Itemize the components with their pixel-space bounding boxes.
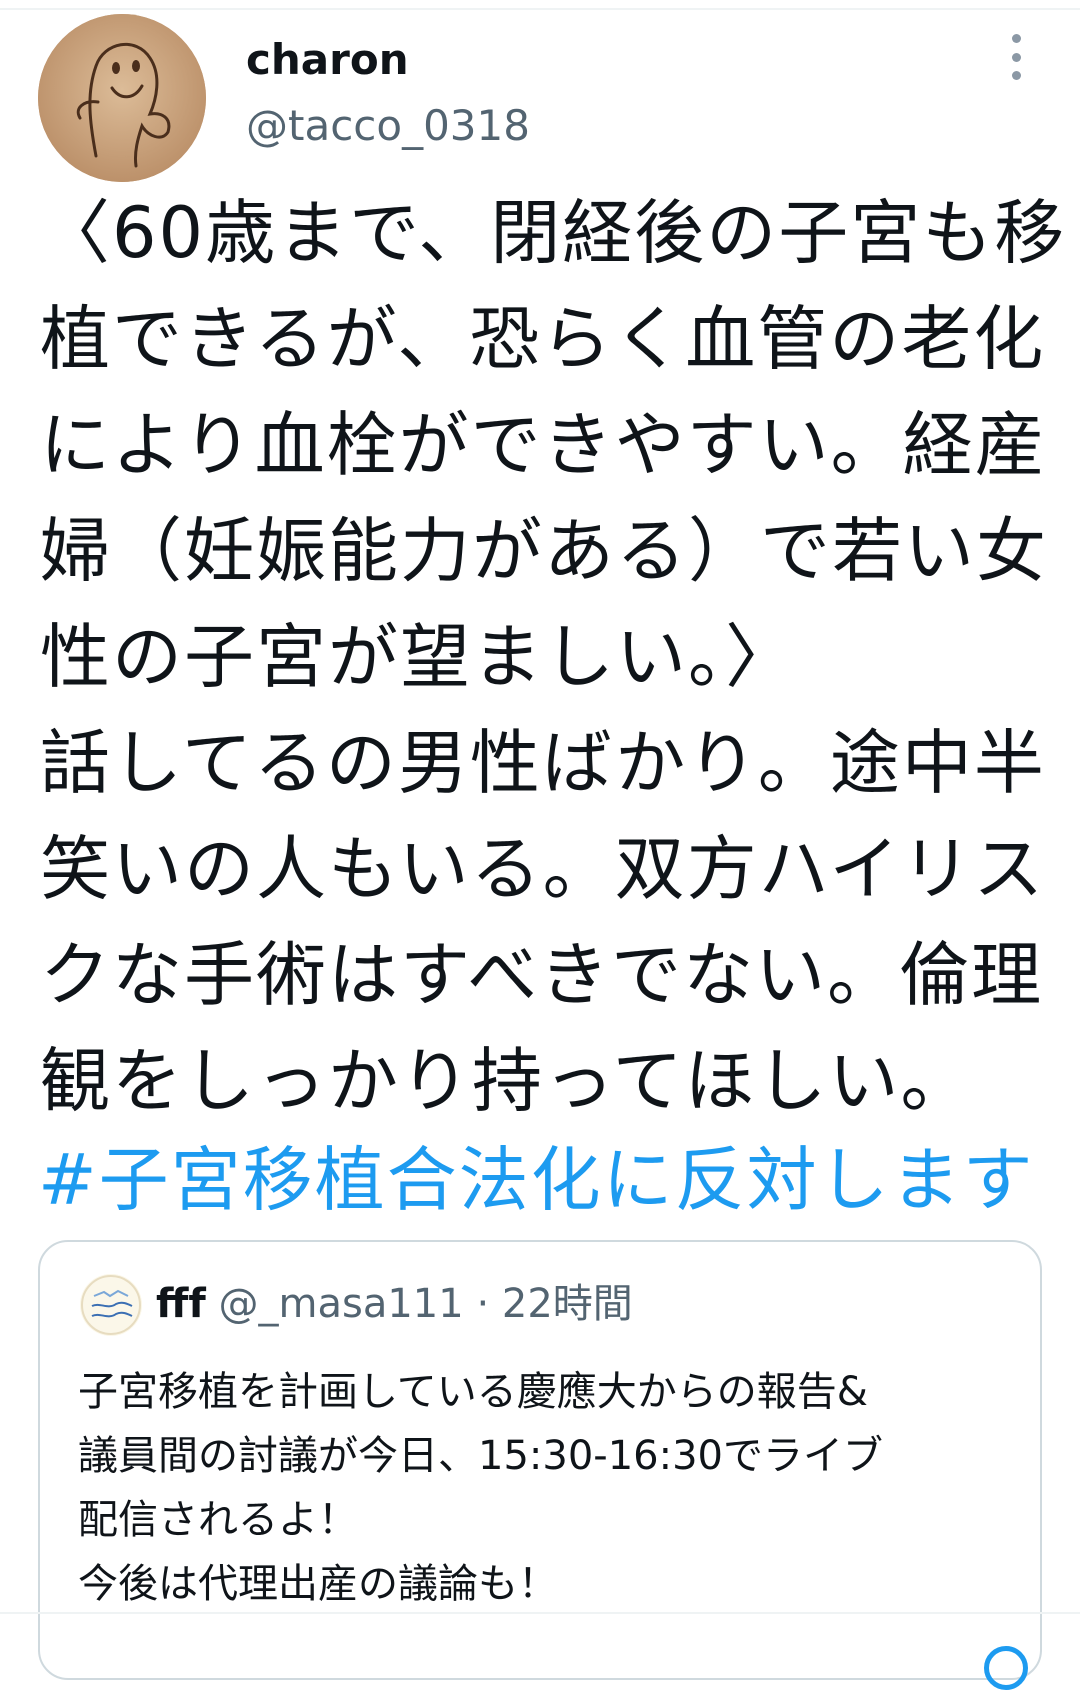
tweet-text-line: 笑いの人もいる。双方ハイリス — [40, 828, 1046, 910]
more-vertical-icon[interactable] — [998, 34, 1034, 80]
author-handle[interactable]: @tacco_0318 — [246, 100, 530, 152]
author-avatar[interactable] — [38, 14, 206, 182]
tweet-text-line: により血栓ができやすい。経産 — [40, 404, 1047, 486]
tweet-text-line: 〈60歳まで、閉経後の子宮も移 — [40, 192, 1067, 274]
top-divider — [0, 8, 1080, 10]
tweet-text-line: クな手術はすべきでない。倫理 — [40, 934, 1044, 1016]
quoted-tweet-card[interactable]: fff @_masa111 · 22時間 子宮移植を計画している慶應大からの報告… — [38, 1240, 1042, 1680]
quoted-author-avatar[interactable] — [80, 1274, 142, 1336]
bottom-divider — [0, 1612, 1080, 1614]
more-dot — [1011, 71, 1021, 80]
meta-separator: · — [476, 1281, 490, 1327]
more-dot — [1011, 34, 1021, 43]
quoted-text-line: 配信されるよ！ — [78, 1497, 358, 1543]
quoted-tweet-time[interactable]: 22時間 — [502, 1281, 633, 1327]
tweet-text-line: 植できるが、恐らく血管の老化 — [40, 298, 1046, 380]
tweet-text-line: 話してるの男性ばかり。途中半 — [40, 722, 1046, 804]
tweet-text-line: 性の子宮が望ましい。〉 — [40, 616, 797, 698]
hand-drawn-figure-avatar-icon — [38, 14, 206, 182]
handwritten-logo-avatar-icon — [80, 1274, 142, 1336]
tweet-text-line: 婦（妊娠能力がある）で若い女 — [40, 510, 1048, 592]
tweet-text: 〈60歳まで、閉経後の子宮も移 植できるが、恐らく血管の老化 により血栓ができや… — [40, 180, 1067, 1134]
quoted-tweet-text: 子宮移植を計画している慶應大からの報告& 議員間の討議が今日、15:30-16:… — [78, 1360, 1028, 1616]
search-icon[interactable] — [984, 1646, 1028, 1690]
quoted-author-handle[interactable]: @_masa111 — [219, 1281, 464, 1327]
quoted-text-line: 議員間の討議が今日、15:30-16:30でライブ — [78, 1433, 883, 1479]
more-dot — [1011, 52, 1021, 62]
quoted-author-name[interactable]: fff — [156, 1281, 206, 1327]
hashtag-link[interactable]: #子宮移植合法化に反対します — [38, 1130, 1035, 1230]
author-name[interactable]: charon — [246, 34, 409, 86]
quoted-tweet-header: fff @_masa111 · 22時間 — [156, 1272, 633, 1336]
tweet-text-line: 観をしっかり持ってほしい。 — [40, 1040, 973, 1122]
quoted-text-line: 子宮移植を計画している慶應大からの報告& — [78, 1369, 868, 1415]
quoted-text-line: 今後は代理出産の議論も！ — [78, 1561, 558, 1607]
